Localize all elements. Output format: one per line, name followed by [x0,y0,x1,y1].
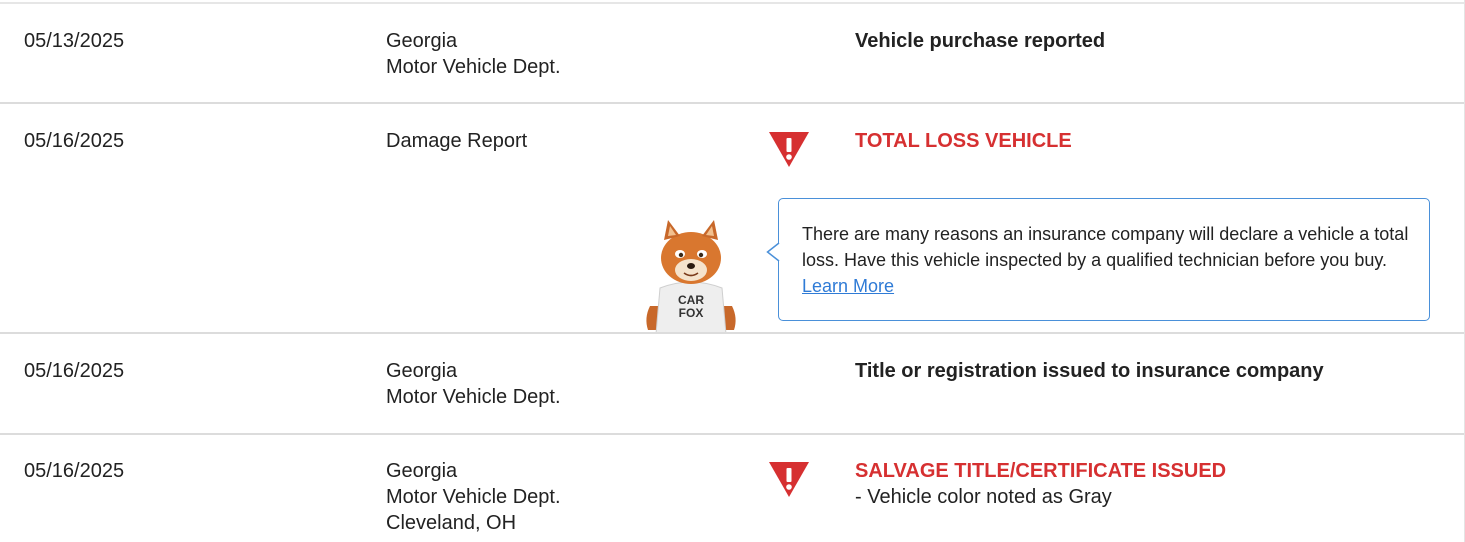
source-line: Georgia [386,460,458,482]
learn-more-link[interactable]: Learn More [802,276,894,296]
source-line: Motor Vehicle Dept. [386,486,561,508]
callout-message: There are many reasons an insurance comp… [802,221,1412,299]
history-row: 05/13/2025 Georgia Motor Vehicle Dept. V… [0,0,1464,103]
record-headline: SALVAGE TITLE/CERTIFICATE ISSUED [855,460,1227,482]
record-source: Georgia Motor Vehicle Dept. [386,358,561,410]
record-comment: SALVAGE TITLE/CERTIFICATE ISSUED - Vehic… [855,458,1226,510]
record-source: Damage Report [386,128,527,154]
record-date: 05/16/2025 [24,360,125,382]
carfox-mascot-icon: CAR FOX [646,220,736,334]
row-divider [0,332,1464,334]
record-headline: Title or registration issued to insuranc… [855,360,1324,382]
record-comment: Title or registration issued to insuranc… [855,358,1324,384]
record-headline: TOTAL LOSS VEHICLE [855,130,1072,152]
vehicle-history-table: 05/13/2025 Georgia Motor Vehicle Dept. V… [0,0,1465,542]
record-comment: TOTAL LOSS VEHICLE [855,128,1072,154]
record-date: 05/16/2025 [24,130,125,152]
warning-triangle-icon [769,132,809,167]
source-line: Motor Vehicle Dept. [386,56,561,78]
callout-body: There are many reasons an insurance comp… [802,224,1409,270]
warning-triangle-icon [769,462,809,497]
record-date: 05/16/2025 [24,460,125,482]
callout-pointer [766,242,780,262]
mascot-shirt-text: CAR [678,293,704,307]
row-divider [0,433,1464,435]
source-line: Georgia [386,360,458,382]
source-line: Cleveland, OH [386,512,517,534]
record-detail: - Vehicle color noted as Gray [855,486,1112,508]
mascot-shirt-text: FOX [679,306,704,320]
record-source: Georgia Motor Vehicle Dept. Cleveland, O… [386,458,561,536]
record-headline: Vehicle purchase reported [855,30,1106,52]
record-source: Georgia Motor Vehicle Dept. [386,28,561,80]
total-loss-callout: There are many reasons an insurance comp… [766,198,1430,321]
source-line: Georgia [386,30,458,52]
source-line: Motor Vehicle Dept. [386,386,561,408]
record-date: 05/13/2025 [24,30,125,52]
record-comment: Vehicle purchase reported [855,28,1105,54]
source-line: Damage Report [386,130,528,152]
